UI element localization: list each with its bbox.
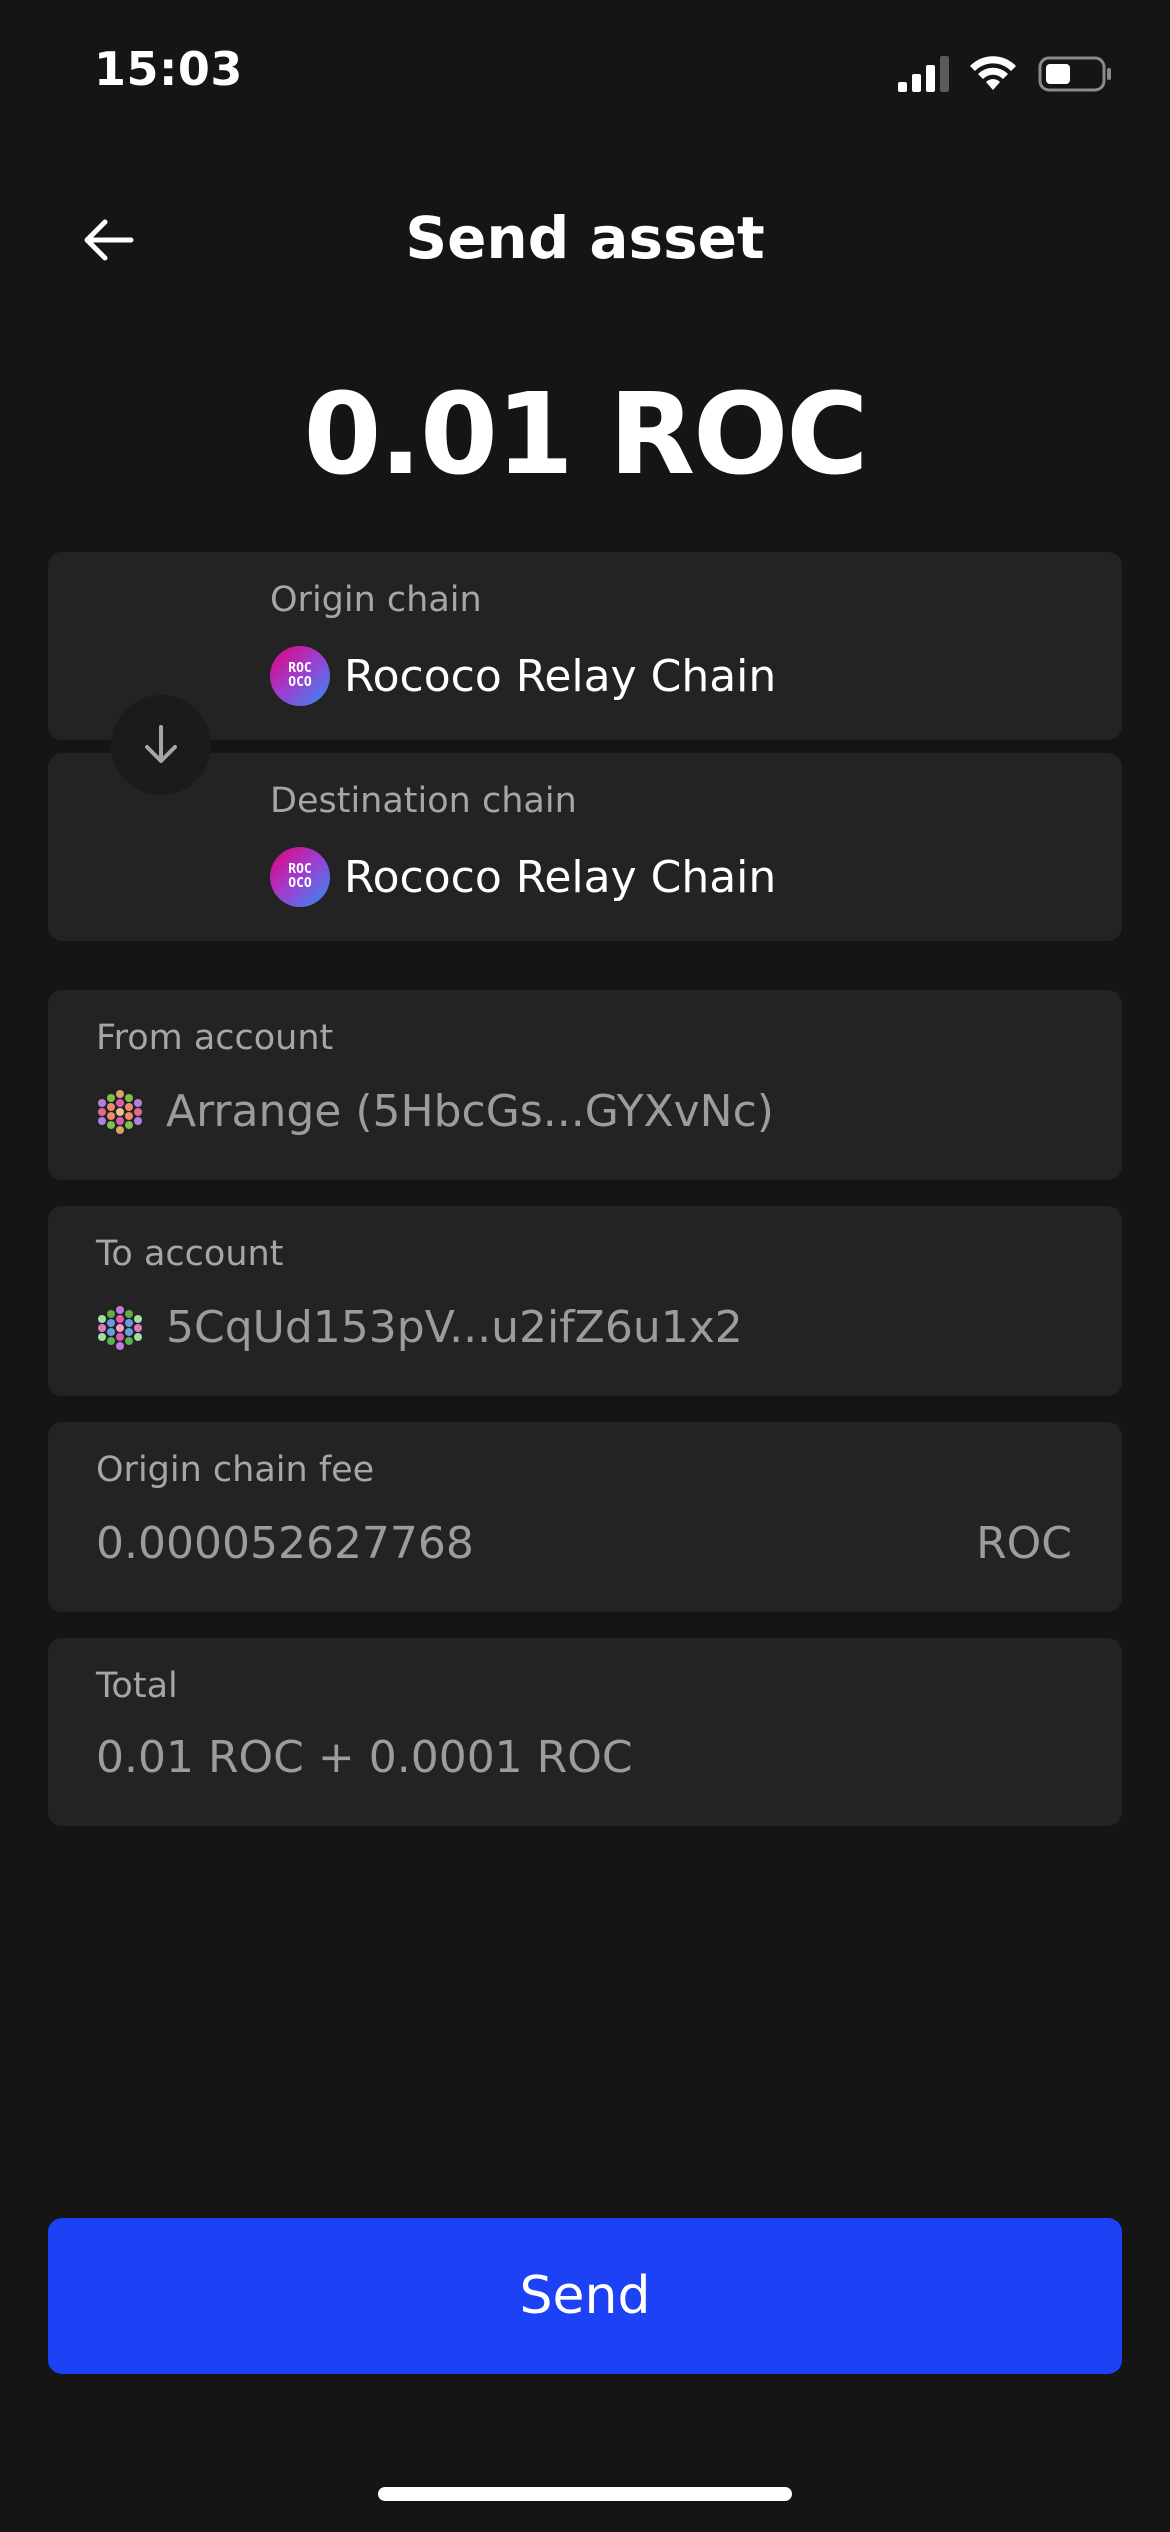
status-icons [896, 52, 1114, 96]
from-account-label: From account [96, 1018, 334, 1058]
send-amount: 0.01 ROC [303, 370, 869, 500]
from-account-card[interactable]: From account Arrange (5HbcGs...GYXvNc) [48, 990, 1122, 1180]
destination-chain-name: Rococo Relay Chain [344, 851, 777, 903]
rococo-logo-icon: ROC OCO [270, 646, 330, 706]
account-identicon-icon [98, 1305, 142, 1350]
to-account-value: 5CqUd153pV...u2ifZ6u1x2 [166, 1302, 743, 1353]
home-indicator [378, 2487, 792, 2501]
destination-chain-row: ROC OCO Rococo Relay Chain [270, 847, 776, 907]
origin-chain-name: Rococo Relay Chain [344, 650, 777, 702]
account-identicon-icon [98, 1089, 142, 1134]
total-value: 0.01 ROC + 0.0001 ROC [96, 1732, 633, 1783]
fee-unit: ROC [976, 1518, 1072, 1569]
send-button[interactable]: Send [48, 2218, 1122, 2374]
from-account-row: Arrange (5HbcGs...GYXvNc) [96, 1086, 774, 1137]
origin-chain-card[interactable]: Origin chain ROC OCO Rococo Relay Chain [48, 552, 1122, 740]
origin-chain-row: ROC OCO Rococo Relay Chain [270, 646, 776, 706]
to-account-label: To account [96, 1234, 284, 1274]
swap-direction-button[interactable] [111, 695, 211, 795]
origin-chain-label: Origin chain [270, 580, 482, 620]
total-label: Total [96, 1666, 178, 1706]
to-account-card[interactable]: To account 5CqUd153pV...u2ifZ6u1x2 [48, 1206, 1122, 1396]
from-account-value: Arrange (5HbcGs...GYXvNc) [166, 1086, 774, 1137]
cellular-signal-icon [898, 56, 949, 92]
wifi-icon [970, 56, 1016, 90]
page-title: Send asset [405, 204, 765, 272]
arrow-down-icon [145, 725, 177, 763]
destination-chain-card[interactable]: Destination chain ROC OCO Rococo Relay C… [48, 753, 1122, 941]
rococo-logo-icon: ROC OCO [270, 847, 330, 907]
to-account-row: 5CqUd153pV...u2ifZ6u1x2 [96, 1302, 743, 1353]
battery-icon [1038, 56, 1111, 92]
status-time: 15:03 [94, 42, 243, 96]
destination-chain-label: Destination chain [270, 781, 577, 821]
origin-chain-fee-card: Origin chain fee 0.000052627768 ROC [48, 1422, 1122, 1612]
fee-label: Origin chain fee [96, 1450, 375, 1490]
fee-value: 0.000052627768 [96, 1518, 474, 1569]
total-card: Total 0.01 ROC + 0.0001 ROC [48, 1638, 1122, 1826]
